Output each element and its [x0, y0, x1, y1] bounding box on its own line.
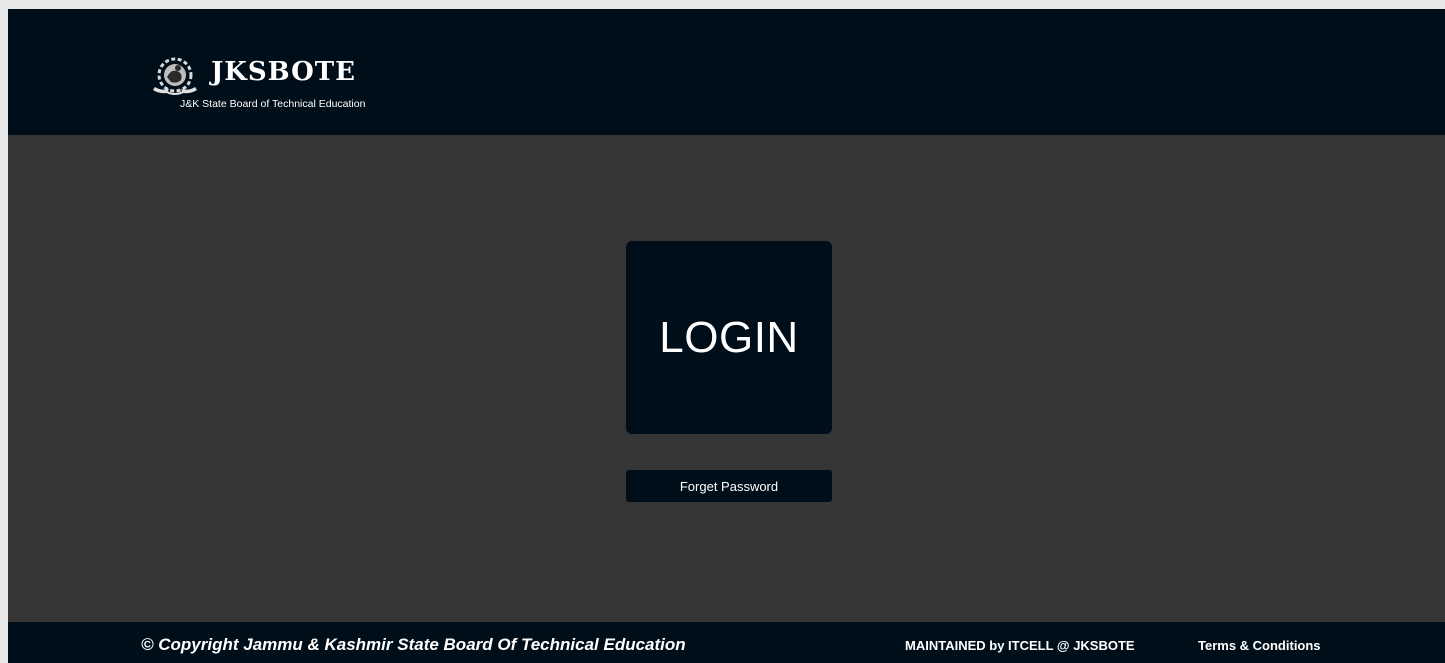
page: JKSBOTE J&K State Board of Technical Edu… — [8, 9, 1445, 663]
login-label: LOGIN — [659, 312, 799, 362]
emblem-icon — [153, 57, 197, 95]
footer: © Copyright Jammu & Kashmir State Board … — [8, 622, 1445, 663]
login-button[interactable]: LOGIN — [626, 241, 832, 434]
main-content: LOGIN Forget Password — [8, 135, 1445, 622]
logo-title: JKSBOTE — [211, 57, 356, 87]
copyright-text: © Copyright Jammu & Kashmir State Board … — [141, 635, 686, 654]
header: JKSBOTE J&K State Board of Technical Edu… — [8, 9, 1445, 135]
logo[interactable]: JKSBOTE J&K State Board of Technical Edu… — [151, 53, 391, 117]
terms-link[interactable]: Terms & Conditions — [1198, 638, 1321, 653]
forget-password-button[interactable]: Forget Password — [626, 470, 832, 502]
logo-subtitle: J&K State Board of Technical Education — [180, 98, 366, 110]
maintained-by-text: MAINTAINED by ITCELL @ JKSBOTE — [905, 638, 1135, 653]
forget-password-label: Forget Password — [679, 478, 779, 494]
